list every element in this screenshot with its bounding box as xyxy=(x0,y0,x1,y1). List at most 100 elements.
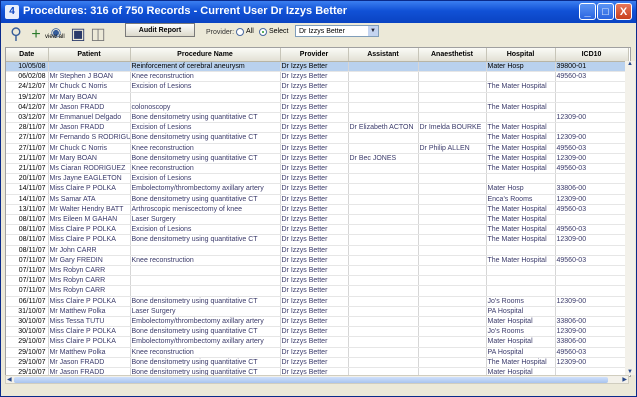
table-row[interactable]: 07/11/07 Mrs Robyn CARR Dr Izzys Better xyxy=(6,275,629,287)
table-row[interactable]: 06/02/08 Mr Stephen J BOAN Knee reconstruc… xyxy=(6,71,629,83)
table-cell: Bone densitometry using quantitative CT xyxy=(130,132,281,144)
table-row[interactable]: 27/11/07Mr Fernando S RODRIGUEZBone dens… xyxy=(6,132,629,144)
table-cell: Embolectomy/thrombectomy axillary artery xyxy=(130,183,281,195)
vertical-scrollbar[interactable]: ▲ ▼ xyxy=(625,61,635,375)
column-header[interactable]: ICD10 xyxy=(555,48,629,62)
table-cell: Dr Philip ALLEN xyxy=(418,143,487,154)
table-cell: Knee reconstruction xyxy=(130,71,281,83)
table-row[interactable]: 06/11/07 Miss Claire P POLKA Bone densitom… xyxy=(6,296,629,307)
table-row[interactable]: 29/10/07 Miss Claire P POLKA Embolectomy/t… xyxy=(6,336,629,348)
table-row[interactable]: 30/10/07 Miss Claire P POLKA Bone densitom… xyxy=(6,326,629,338)
table-cell: Ms Samar ATA xyxy=(48,194,131,205)
table-cell: 27/11/07 xyxy=(6,132,49,144)
table-row[interactable]: 10/05/08 Reinforcement of cerebral aneury… xyxy=(6,61,629,73)
table-row[interactable]: 07/11/07 Mrs Robyn CARR Dr Izzys Better xyxy=(6,285,629,297)
table-row[interactable]: 29/10/07 Mr Jason FRADD Bone densitometry … xyxy=(6,357,629,369)
horizontal-scrollbar[interactable]: ◀ ▶ xyxy=(5,375,629,384)
table-row[interactable]: 30/10/07 Miss Tessa TUTU Embolectomy/throm… xyxy=(6,316,629,328)
table-cell xyxy=(418,245,487,256)
table-row[interactable]: 08/11/07 Miss Claire P POLKA Excision of L… xyxy=(6,224,629,236)
column-header[interactable]: Patient xyxy=(48,48,131,62)
table-cell xyxy=(348,163,419,175)
table-cell xyxy=(418,357,487,369)
table-row[interactable]: 14/11/07 Ms Samar ATA Bone densitometry us… xyxy=(6,194,629,205)
table-row[interactable]: 27/11/07 Mr Chuck C Norris Knee reconstruc… xyxy=(6,143,629,154)
table-cell: 12309-00 xyxy=(555,153,629,165)
table-row[interactable]: 21/11/07 Mr Mary BOAN Bone densitometry us… xyxy=(6,153,629,165)
close-button[interactable]: X xyxy=(615,3,632,20)
table-row[interactable]: 03/12/07 Mr Emmanuel Delgado Bone densitom… xyxy=(6,112,629,124)
table-cell: Mr Emmanuel Delgado xyxy=(48,112,131,124)
maximize-button[interactable]: □ xyxy=(597,3,614,20)
table-row[interactable]: 08/11/07 Mrs Eileen M GAHAN Laser Surgery D… xyxy=(6,214,629,226)
table-row[interactable]: 24/12/07 Mr Chuck C Norris Excision of Les… xyxy=(6,81,629,93)
table-cell xyxy=(486,275,556,287)
table-cell: Bone densitometry using quantitative CT xyxy=(130,326,281,338)
view-all-label[interactable]: view all xyxy=(45,34,65,40)
table-row[interactable]: 14/11/07 Miss Claire P POLKA Embolectomy/t… xyxy=(6,183,629,195)
table-cell xyxy=(48,61,131,73)
table-cell: Mr Walter Hendry BATT xyxy=(48,204,131,216)
radio-all-label[interactable]: All xyxy=(246,28,254,35)
table-cell xyxy=(418,214,487,226)
table-cell xyxy=(555,306,629,318)
table-row[interactable]: 20/11/07 Mrs Jayne EAGLETON Excision of Le… xyxy=(6,173,629,185)
scroll-left-icon[interactable]: ◀ xyxy=(7,376,12,383)
table-row[interactable]: 28/11/07 Mr Jason FRADD Excision of Lesion… xyxy=(6,122,629,134)
table-cell: 08/11/07 xyxy=(6,234,49,246)
table-cell xyxy=(348,285,419,297)
column-header[interactable]: Assistant xyxy=(348,48,419,62)
provider-select[interactable]: Dr Izzys Better ▼ xyxy=(295,25,379,37)
table-cell xyxy=(348,326,419,338)
audit-report-button[interactable]: Audit Report xyxy=(125,23,195,37)
radio-all[interactable] xyxy=(236,28,244,36)
table-cell: Dr Izzys Better xyxy=(280,122,349,134)
book-icon[interactable]: ▣ xyxy=(69,25,87,45)
table-row[interactable]: 29/10/07 Mr Matthew Polka Knee reconstruct… xyxy=(6,347,629,358)
radio-select[interactable] xyxy=(259,28,267,36)
minimize-button[interactable]: _ xyxy=(579,3,596,20)
search-icon[interactable]: ⚲ xyxy=(7,25,25,45)
table-cell: Mrs Robyn CARR xyxy=(48,265,131,277)
table-row[interactable]: 08/11/07 Mr John CARR Dr Izzys Better xyxy=(6,245,629,256)
table-cell: Dr Izzys Better xyxy=(280,204,349,216)
title-bar[interactable]: 4 Procedures: 316 of 750 Records - Curre… xyxy=(1,1,636,23)
table-cell: Dr Imelda BOURKE xyxy=(418,122,487,134)
table-cell: Miss Tessa TUTU xyxy=(48,316,131,328)
table-cell: Mr Jason FRADD xyxy=(48,122,131,134)
table-row[interactable]: 31/10/07 Mr Matthew Polka Laser Surgery Dr … xyxy=(6,306,629,318)
table-cell: Miss Claire P POLKA xyxy=(48,224,131,236)
horizontal-scroll-thumb[interactable] xyxy=(14,377,608,383)
column-header[interactable]: Date xyxy=(6,48,49,62)
scroll-up-icon[interactable]: ▲ xyxy=(627,61,633,67)
table-cell xyxy=(418,204,487,216)
trash-icon[interactable]: ◫ xyxy=(89,25,107,45)
column-header[interactable]: Procedure Name xyxy=(130,48,281,62)
table-cell xyxy=(418,275,487,287)
table-cell: The Mater Hospital xyxy=(486,214,556,226)
table-cell: 30/10/07 xyxy=(6,326,49,338)
scroll-right-icon[interactable]: ▶ xyxy=(622,376,627,383)
table-cell xyxy=(130,265,281,277)
column-header[interactable]: Hospital xyxy=(486,48,556,62)
table-cell xyxy=(418,153,487,165)
table-cell: 19/12/07 xyxy=(6,92,49,103)
table-row[interactable]: 08/11/07 Miss Claire P POLKA Bone densitom… xyxy=(6,234,629,246)
table-cell: colonoscopy xyxy=(130,102,281,114)
add-icon[interactable]: + xyxy=(27,25,45,45)
table-row[interactable]: 04/12/07 Mr Jason FRADD colonoscopy Dr Izzy… xyxy=(6,102,629,114)
radio-select-label[interactable]: Select xyxy=(269,28,288,35)
table-row[interactable]: 13/11/07 Mr Walter Hendry BATT Arthroscopi… xyxy=(6,204,629,216)
table-cell xyxy=(348,112,419,124)
table-row[interactable]: 19/12/07 Mr Mary BOAN Dr Izzys Better xyxy=(6,92,629,103)
table-row[interactable]: 07/11/07 Mr Gary FREDIN Knee reconstructio… xyxy=(6,255,629,267)
column-header[interactable]: Provider xyxy=(280,48,349,62)
chevron-down-icon[interactable]: ▼ xyxy=(368,26,378,36)
table-cell: Mater Hospital xyxy=(486,316,556,328)
table-cell: 49560-03 xyxy=(555,347,629,358)
table-cell: Miss Claire P POLKA xyxy=(48,183,131,195)
table-row[interactable]: 21/11/07 Ms Ciaran RODRIGUEZ Knee reconstr… xyxy=(6,163,629,175)
table-cell xyxy=(348,214,419,226)
table-row[interactable]: 07/11/07 Mrs Robyn CARR Dr Izzys Better xyxy=(6,265,629,277)
column-header[interactable]: Anaesthetist xyxy=(418,48,487,62)
